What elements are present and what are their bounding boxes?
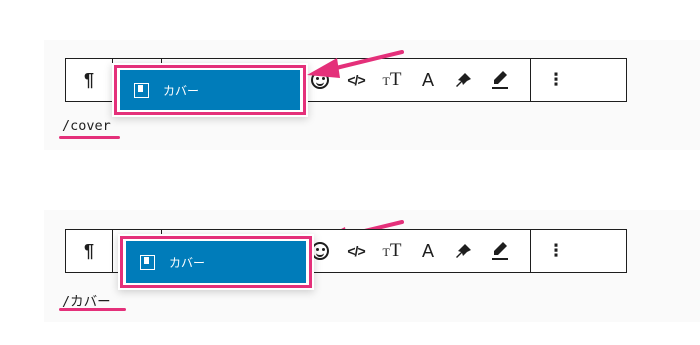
text-color-icon: A [421,240,434,261]
inline-code-icon: </> [347,243,365,259]
cover-block-option[interactable]: カバー [126,241,306,283]
pin-icon [456,244,471,258]
slash-inserter-popover: カバー [118,234,314,290]
text-size-icon: TT [382,240,402,261]
text-color-button[interactable]: A [410,230,446,272]
slash-command-text[interactable]: /カバー [62,290,111,310]
inline-code-button[interactable]: </> [338,230,374,272]
pin-button[interactable] [446,230,482,272]
slash-command-underline [59,308,126,311]
highlight-button[interactable] [482,230,518,272]
more-options-button[interactable]: ⋮ [531,230,581,272]
cover-block-icon [140,254,155,270]
more-options-icon: ⋮ [547,241,565,260]
paragraph-block-button[interactable]: ¶ [66,230,113,272]
highlight-icon [492,242,508,260]
paragraph-icon: ¶ [83,240,94,261]
cover-option-label: カバー [169,255,206,270]
text-size-button[interactable]: TT [374,230,410,272]
